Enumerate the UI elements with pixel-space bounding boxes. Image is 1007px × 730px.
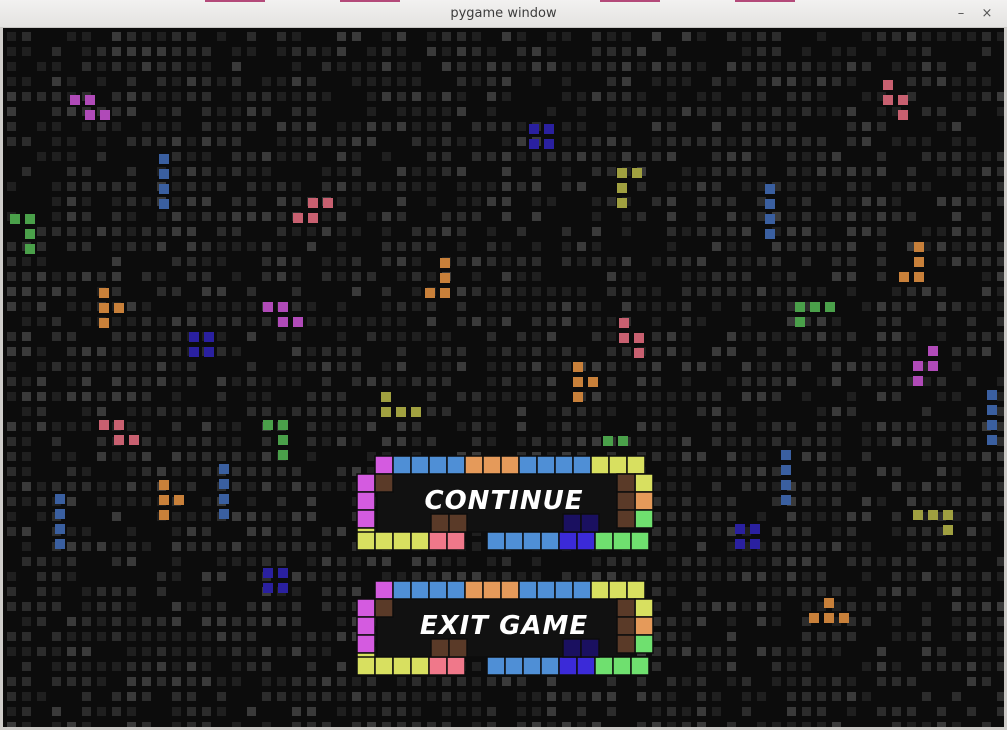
- window-titlebar: pygame window – ×: [0, 0, 1007, 28]
- falling-tetromino: [913, 510, 953, 535]
- titlebar-accent: [340, 0, 400, 2]
- falling-tetromino: [987, 390, 997, 445]
- titlebar-accent: [205, 0, 265, 2]
- close-button[interactable]: ×: [978, 5, 996, 23]
- game-canvas: CONTINUE EXIT GAME: [3, 28, 1004, 727]
- falling-tetromino: [809, 598, 849, 623]
- exit-game-button[interactable]: EXIT GAME: [353, 577, 655, 677]
- titlebar-accent: [600, 0, 660, 2]
- falling-tetromino: [795, 302, 835, 327]
- continue-button-label: CONTINUE: [424, 486, 584, 516]
- continue-button[interactable]: CONTINUE: [353, 452, 655, 552]
- exit-game-button-label: EXIT GAME: [419, 611, 589, 641]
- falling-tetromino: [381, 392, 421, 417]
- falling-tetromino: [189, 332, 214, 357]
- titlebar-accent: [735, 0, 795, 2]
- falling-tetromino: [529, 124, 554, 149]
- minimize-button[interactable]: –: [952, 5, 970, 23]
- falling-tetromino: [55, 494, 65, 549]
- window-title: pygame window: [450, 6, 557, 21]
- falling-tetromino: [781, 450, 791, 505]
- falling-tetromino: [219, 464, 229, 519]
- falling-tetromino: [765, 184, 775, 239]
- falling-tetromino: [159, 154, 169, 209]
